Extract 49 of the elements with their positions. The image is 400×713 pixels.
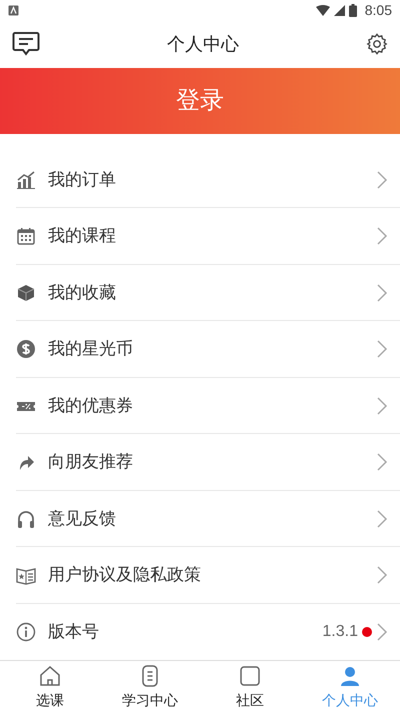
menu-item[interactable]: 我的星光币 — [16, 321, 400, 378]
version-number: 1.3.1 — [322, 622, 358, 642]
menu-label: 我的订单 — [48, 168, 117, 191]
menu-label: 我的星光币 — [48, 338, 134, 360]
menu-item[interactable]: 我的课程 — [16, 208, 400, 265]
login-banner[interactable]: 登录 — [0, 68, 400, 134]
menu-item[interactable]: 意见反馈 — [16, 490, 400, 548]
message-icon[interactable] — [12, 31, 40, 58]
chevron-right-icon — [376, 396, 388, 416]
menu-label: 版本号 — [48, 621, 100, 644]
menu-label: 意见反馈 — [48, 508, 117, 530]
chevron-right-icon — [376, 226, 388, 246]
menu-label: 我的收藏 — [48, 282, 117, 304]
cube-icon — [16, 282, 36, 303]
battery-icon — [348, 4, 357, 17]
open-book-icon — [16, 565, 36, 586]
menu-label: 向朋友推荐 — [48, 451, 134, 474]
menu-item[interactable]: 用户协议及隐私政策 — [16, 547, 400, 604]
home-icon — [38, 664, 62, 688]
dollar-coin-icon — [16, 339, 36, 360]
info-icon — [16, 622, 36, 642]
settings-icon[interactable] — [366, 33, 388, 56]
tab-item[interactable]: 社区 — [200, 661, 300, 713]
menu-item[interactable]: 我的订单 — [16, 152, 400, 208]
notification-icon — [8, 5, 19, 16]
calendar-icon — [16, 226, 36, 246]
menu-item[interactable]: 我的优惠券 — [16, 378, 400, 434]
tab-item[interactable]: 学习中心 — [100, 661, 200, 713]
page-title: 个人中心 — [167, 32, 239, 56]
menu-item[interactable]: 向朋友推荐 — [16, 434, 400, 491]
menu-item[interactable]: 我的收藏 — [16, 264, 400, 322]
chevron-right-icon — [376, 508, 388, 529]
menu-label: 用户协议及隐私政策 — [48, 564, 202, 586]
status-time: 8:05 — [364, 1, 392, 20]
menu-label: 我的课程 — [48, 225, 117, 248]
square-icon — [238, 664, 262, 688]
tab-item[interactable]: 选课 — [0, 661, 100, 713]
chevron-right-icon — [376, 282, 388, 303]
chevron-right-icon — [376, 339, 388, 360]
chevron-right-icon — [376, 452, 388, 472]
menu-label: 我的优惠券 — [48, 394, 134, 417]
chevron-right-icon — [376, 170, 388, 190]
chevron-right-icon — [376, 622, 388, 642]
wifi-icon — [316, 5, 330, 16]
headphones-icon — [16, 508, 36, 529]
chevron-right-icon — [376, 565, 388, 586]
signal-icon — [334, 5, 345, 16]
bar-chart-icon — [16, 170, 36, 190]
menu-item[interactable]: 版本号 1.3.1 — [16, 604, 400, 660]
